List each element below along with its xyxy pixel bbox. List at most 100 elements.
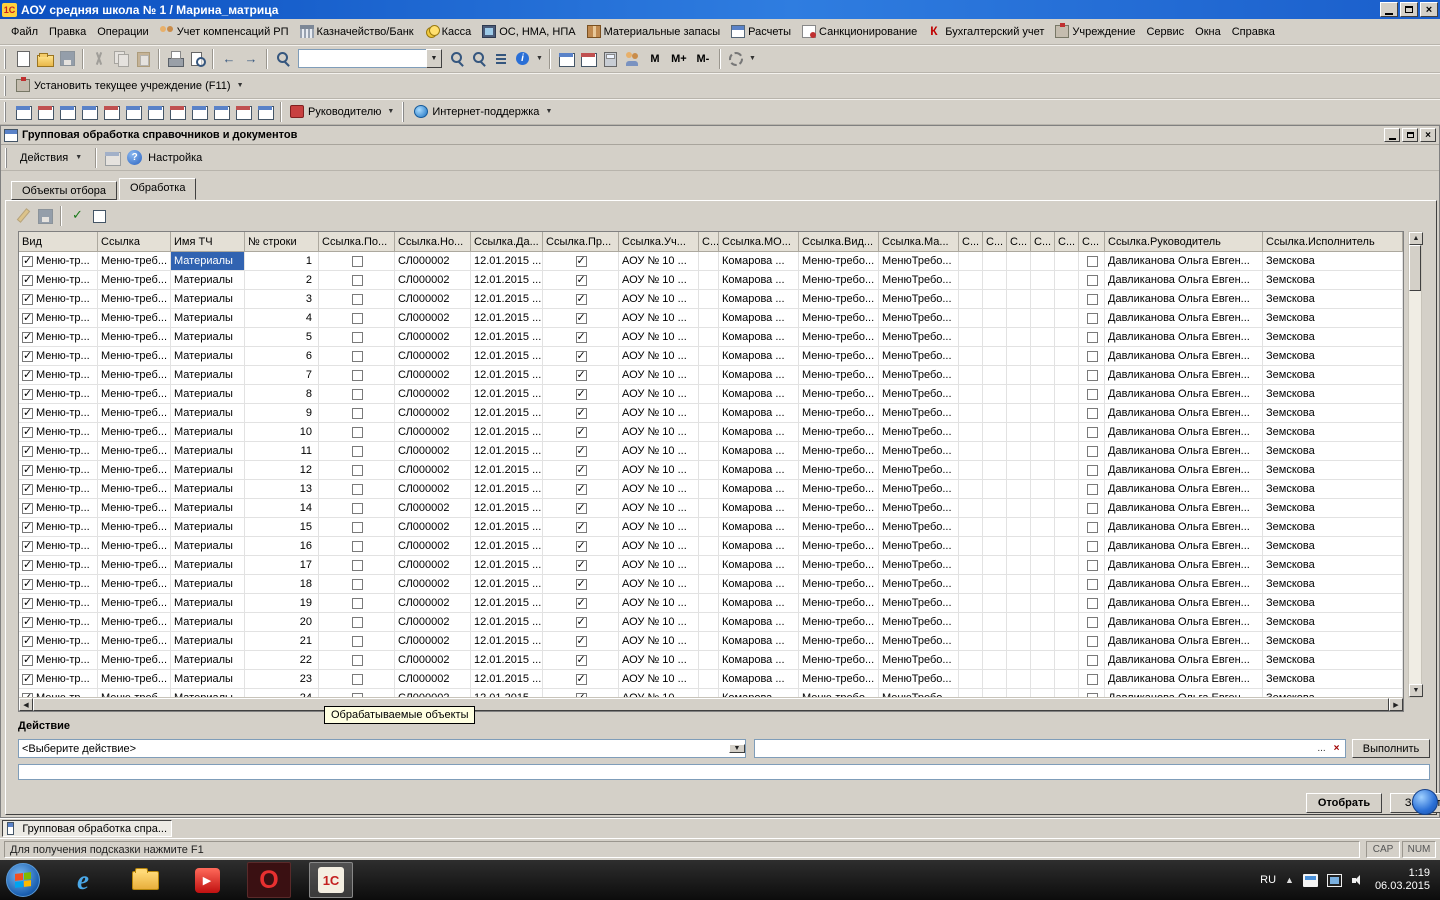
column-header[interactable]: С... (983, 232, 1007, 251)
menu-item-7[interactable]: ОС, НМА, НПА (477, 22, 580, 41)
table-cell[interactable] (1079, 271, 1105, 289)
cell-checkbox[interactable] (1087, 579, 1098, 590)
table-cell[interactable]: Меню-требо... (799, 556, 879, 574)
table-cell[interactable]: 12.01.2015 ... (471, 366, 543, 384)
table-cell[interactable]: СЛ000002 (395, 328, 471, 346)
table-cell[interactable]: 12.01.2015 ... (471, 537, 543, 555)
table-cell[interactable] (983, 290, 1007, 308)
table-cell[interactable]: Меню-тр... (19, 594, 98, 612)
table-cell[interactable]: Давликанова Ольга Евген... (1105, 518, 1263, 536)
table-cell[interactable]: Меню-тр... (19, 632, 98, 650)
table-cell[interactable]: 12.01.2015 ... (471, 271, 543, 289)
table-cell[interactable] (1007, 689, 1031, 697)
table-cell[interactable] (1007, 347, 1031, 365)
table-cell[interactable] (543, 651, 619, 669)
cell-checkbox[interactable] (352, 351, 363, 362)
table-row[interactable]: Меню-тр...Меню-треб...Материалы2СЛ000002… (19, 271, 1403, 290)
paste-icon[interactable] (132, 48, 154, 70)
column-header[interactable]: С... (1055, 232, 1079, 251)
table-cell[interactable] (1031, 461, 1055, 479)
table-cell[interactable]: Комарова ... (719, 271, 799, 289)
select-dropdown-icon[interactable]: ▼ (729, 744, 745, 753)
table-cell[interactable]: Комарова ... (719, 385, 799, 403)
table-cell[interactable]: МенюТребо... (879, 309, 959, 327)
table-cell[interactable]: Земскова (1263, 670, 1403, 688)
table-icon[interactable] (555, 48, 577, 70)
table-cell[interactable] (1055, 290, 1079, 308)
table-cell[interactable]: 12.01.2015 ... (471, 689, 543, 697)
table-cell[interactable]: АОУ № 10 ... (619, 347, 699, 365)
table-cell[interactable]: Меню-треб... (98, 347, 171, 365)
table-cell[interactable] (319, 366, 395, 384)
table-cell[interactable]: Меню-требо... (799, 480, 879, 498)
table-cell[interactable] (1055, 461, 1079, 479)
table-cell[interactable]: 23 (245, 670, 319, 688)
table-cell[interactable] (1031, 347, 1055, 365)
journal-icon-7[interactable] (144, 101, 166, 123)
column-header[interactable]: Ссылка.Но... (395, 232, 471, 251)
column-header[interactable]: Ссылка.Исполнитель (1263, 232, 1403, 251)
table-cell[interactable]: АОУ № 10 ... (619, 271, 699, 289)
table-cell[interactable] (983, 499, 1007, 517)
table-cell[interactable]: Меню-требо... (799, 271, 879, 289)
table-cell[interactable]: Давликанова Ольга Евген... (1105, 537, 1263, 555)
table-cell[interactable] (1055, 518, 1079, 536)
table-cell[interactable] (543, 442, 619, 460)
cell-checkbox[interactable] (1087, 351, 1098, 362)
table-cell[interactable] (1055, 480, 1079, 498)
table-cell[interactable] (959, 689, 983, 697)
table-cell[interactable] (1079, 613, 1105, 631)
cell-checkbox[interactable] (352, 617, 363, 628)
table-cell[interactable]: 12.01.2015 ... (471, 442, 543, 460)
cell-checkbox[interactable] (576, 598, 587, 609)
table-cell[interactable]: Давликанова Ольга Евген... (1105, 575, 1263, 593)
table-cell[interactable]: Земскова (1263, 556, 1403, 574)
cell-checkbox[interactable] (1087, 484, 1098, 495)
table-cell[interactable] (543, 252, 619, 270)
cell-checkbox[interactable] (352, 636, 363, 647)
table-cell[interactable] (1055, 385, 1079, 403)
table-cell[interactable] (959, 252, 983, 270)
table-cell[interactable]: 8 (245, 385, 319, 403)
column-header[interactable]: С... (699, 232, 719, 251)
table-row[interactable]: Меню-тр...Меню-треб...Материалы13СЛ00000… (19, 480, 1403, 499)
info-dropdown-icon[interactable]: ▼ (536, 55, 543, 62)
table-cell[interactable]: МенюТребо... (879, 347, 959, 365)
table-cell[interactable] (1007, 385, 1031, 403)
row-checkbox[interactable] (22, 294, 33, 305)
journal-icon-11[interactable] (232, 101, 254, 123)
table-cell[interactable]: МенюТребо... (879, 556, 959, 574)
column-header[interactable]: С... (959, 232, 983, 251)
table-cell[interactable]: Меню-тр... (19, 366, 98, 384)
info-icon[interactable] (512, 48, 534, 70)
table-cell[interactable] (959, 347, 983, 365)
table-cell[interactable] (1055, 252, 1079, 270)
table-cell[interactable]: 12.01.2015 ... (471, 632, 543, 650)
table-cell[interactable]: СЛ000002 (395, 594, 471, 612)
table-cell[interactable]: СЛ000002 (395, 689, 471, 697)
row-checkbox[interactable] (22, 541, 33, 552)
table-cell[interactable]: Комарова ... (719, 252, 799, 270)
table-cell[interactable] (319, 518, 395, 536)
row-checkbox[interactable] (22, 275, 33, 286)
table-cell[interactable] (699, 537, 719, 555)
table-cell[interactable]: Давликанова Ольга Евген... (1105, 480, 1263, 498)
tray-clock[interactable]: 1:19 06.03.2015 (1375, 867, 1430, 893)
table-cell[interactable]: Земскова (1263, 252, 1403, 270)
table-cell[interactable]: Меню-тр... (19, 556, 98, 574)
table-cell[interactable] (319, 385, 395, 403)
cell-checkbox[interactable] (1087, 389, 1098, 400)
table-cell[interactable]: Меню-тр... (19, 670, 98, 688)
table-cell[interactable] (959, 594, 983, 612)
table-cell[interactable] (543, 309, 619, 327)
table-cell[interactable] (983, 480, 1007, 498)
table-cell[interactable] (983, 594, 1007, 612)
table-row[interactable]: Меню-тр...Меню-треб...Материалы17СЛ00000… (19, 556, 1403, 575)
menu-item-15[interactable]: Справка (1227, 23, 1280, 41)
table-cell[interactable]: АОУ № 10 ... (619, 480, 699, 498)
column-header[interactable]: Ссылка.Уч... (619, 232, 699, 251)
table-cell[interactable]: МенюТребо... (879, 651, 959, 669)
child-close-button[interactable]: × (1420, 128, 1436, 142)
scroll-right-icon[interactable]: ▶ (1389, 698, 1403, 711)
table-cell[interactable]: 12.01.2015 ... (471, 423, 543, 441)
